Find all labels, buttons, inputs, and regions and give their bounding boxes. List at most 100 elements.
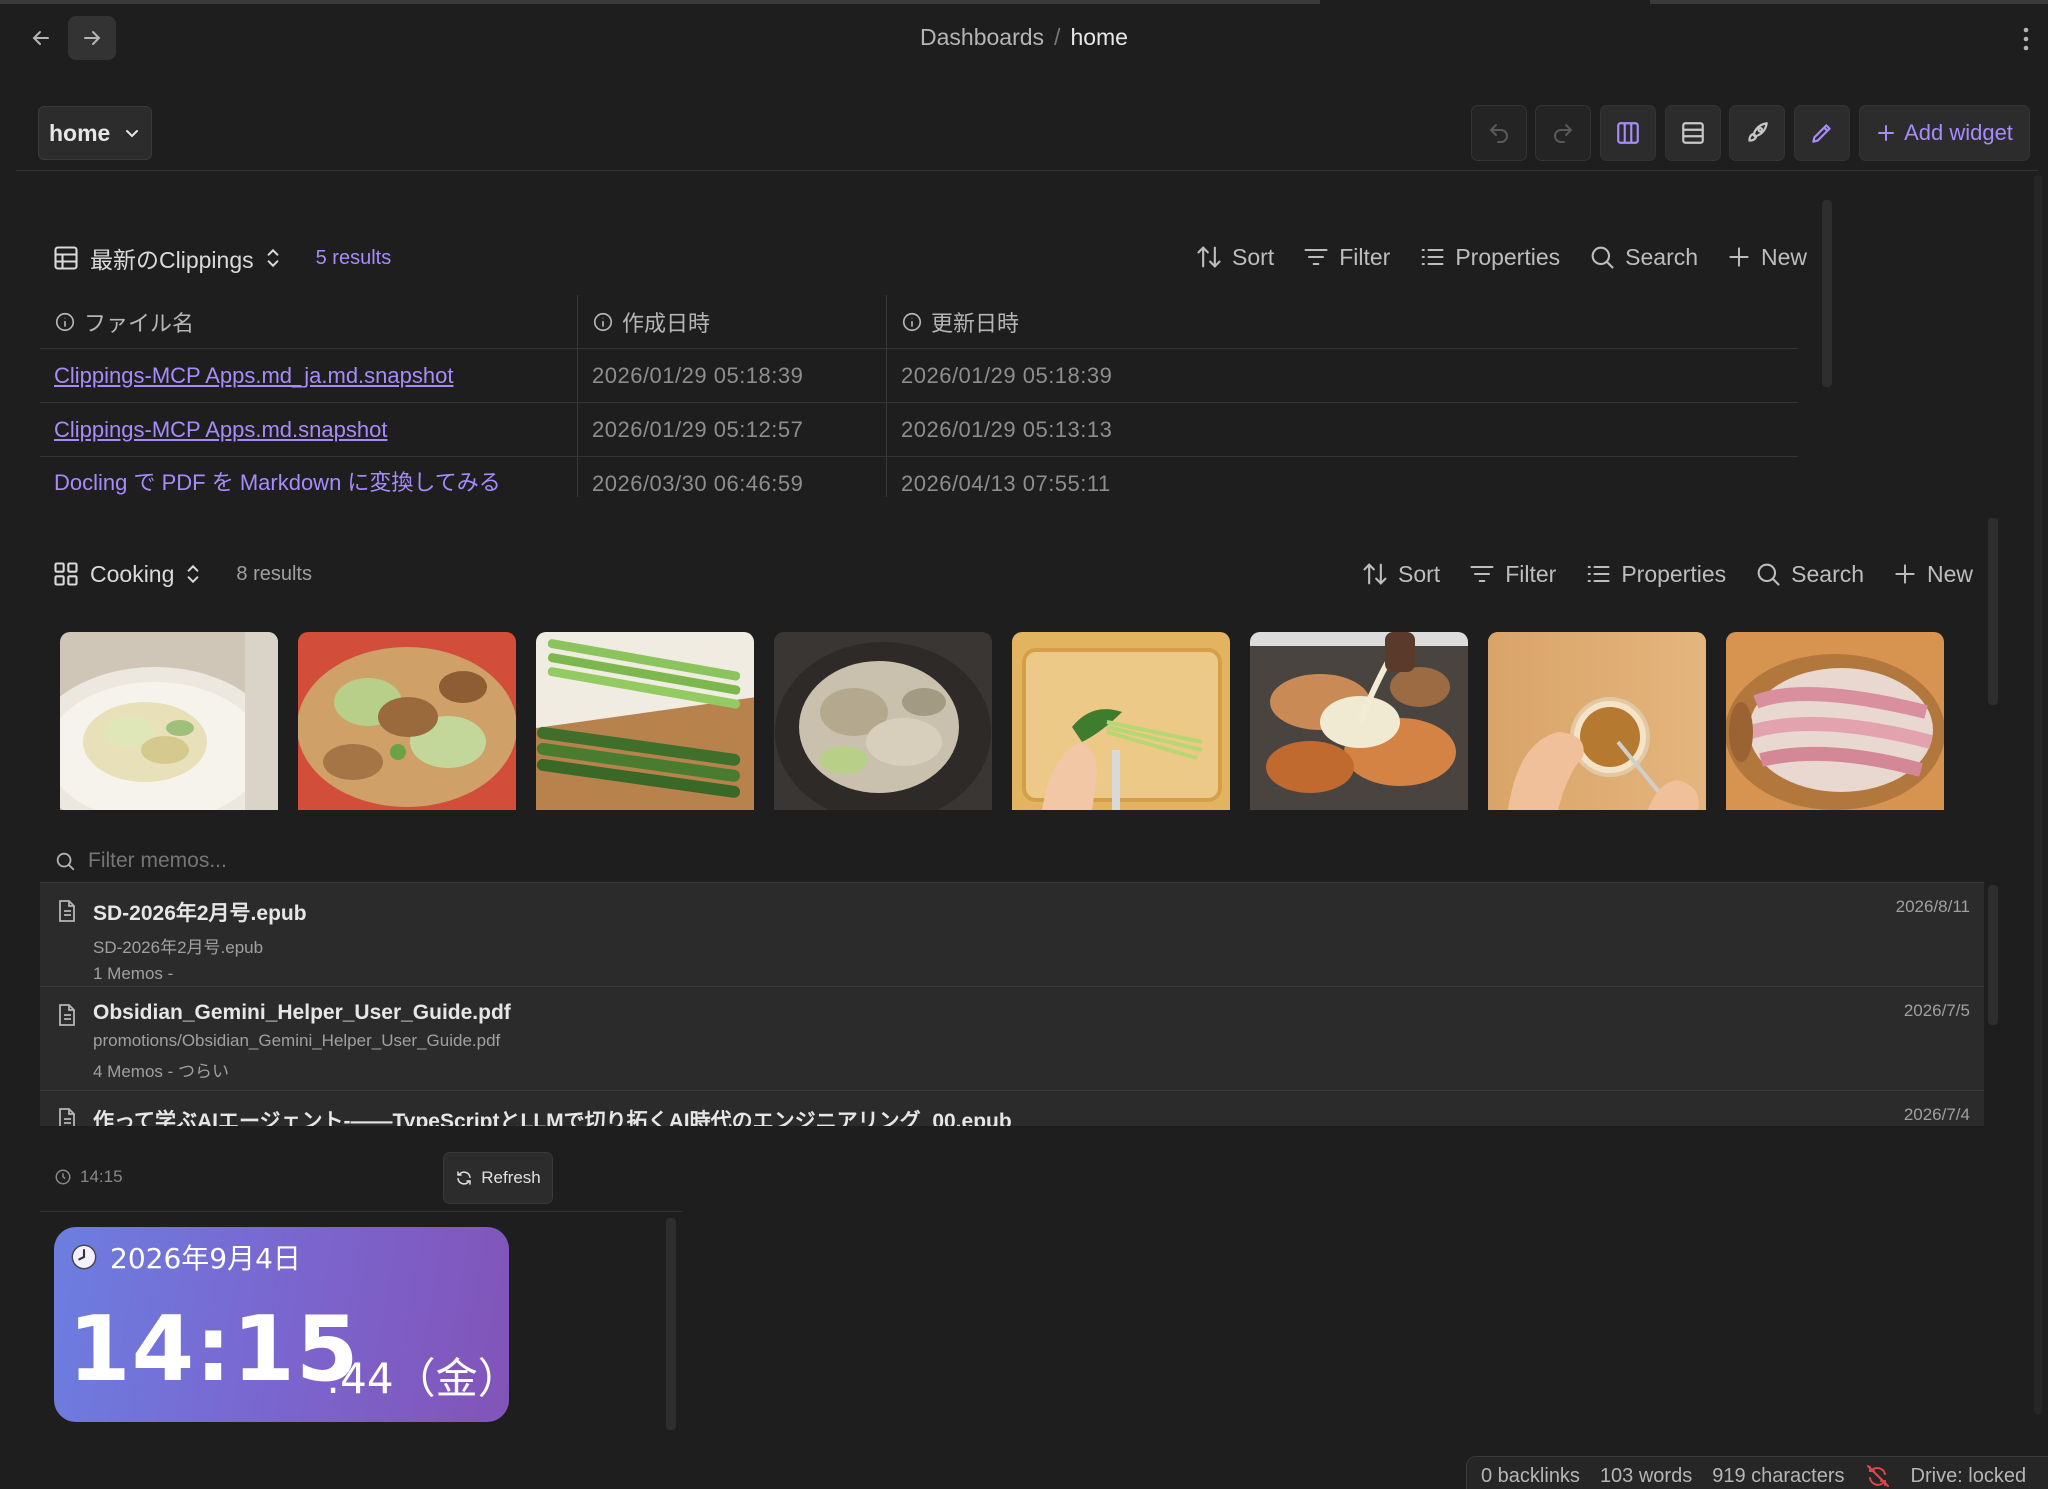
cooking-properties-button[interactable]: Properties (1584, 560, 1726, 588)
memo-filter-input[interactable] (88, 849, 888, 873)
file-link[interactable]: Docling で PDF を Markdown に変換してみる (40, 465, 501, 497)
memo-scrollbar[interactable] (1988, 885, 1998, 1025)
column-header[interactable]: 作成日時 (577, 295, 886, 348)
filter-label: Filter (1339, 243, 1391, 270)
cooking-header: Cooking 8 results (52, 560, 312, 588)
list-item[interactable]: SD-2026年2月号.epub SD-2026年2月号.epub 1 Memo… (40, 883, 1984, 987)
tab-strip-left (0, 0, 1320, 4)
sort-label: Sort (1398, 560, 1441, 587)
file-name-cell: Clippings-MCP Apps.md.snapshot (40, 403, 577, 456)
columns-layout-button[interactable] (1600, 105, 1656, 161)
clippings-table: ファイル名 作成日時 更新日時 Clippings-MCP Apps.md_ja… (40, 295, 1798, 497)
cooking-scrollbar[interactable] (1988, 518, 1998, 705)
clippings-scrollbar[interactable] (1822, 200, 1832, 387)
memo-filter (40, 838, 2005, 884)
clock-seconds-weekday: :44（金） (326, 1354, 520, 1403)
table-icon (54, 246, 78, 270)
breadcrumb: Dashboards / home (0, 24, 2048, 51)
tab-strip-right (1650, 0, 2048, 4)
file-link[interactable]: Clippings-MCP Apps.md_ja.md.snapshot (40, 363, 453, 389)
breadcrumb-current: home (1070, 24, 1128, 50)
more-options-button[interactable] (2020, 26, 2032, 52)
memo-date: 2026/7/4 (1903, 1105, 1970, 1124)
cooking-result-count: 8 results (236, 562, 312, 585)
rows-layout-button[interactable] (1665, 105, 1721, 161)
memo-title: SD-2026年2月号.epub (93, 902, 307, 925)
file-link[interactable]: Clippings-MCP Apps.md.snapshot (40, 417, 387, 443)
clock-date-row: 2026年9月4日 (70, 1237, 301, 1277)
cooking-filter-button[interactable]: Filter (1468, 560, 1556, 588)
recipe-card-cabbage-noodle-plate[interactable] (60, 632, 278, 810)
clock-face-icon (71, 1244, 97, 1270)
cooking-new-button[interactable]: New (1892, 561, 1973, 588)
drive-status[interactable]: Drive: locked (1911, 1465, 2027, 1488)
redo-icon (1554, 124, 1573, 143)
clippings-new-button[interactable]: New (1726, 244, 1807, 271)
updated-cell: 2026/01/29 05:18:39 (886, 349, 1798, 402)
clock-date: 2026年9月4日 (110, 1242, 301, 1275)
recipe-card-cabbage-pork-pan[interactable] (774, 632, 992, 810)
plus-icon (1729, 247, 1749, 267)
updated-cell: 2026/01/29 05:13:13 (886, 403, 1798, 456)
character-count: 919 characters (1712, 1464, 1845, 1487)
undo-button[interactable] (1471, 105, 1527, 161)
refresh-label: Refresh (481, 1168, 541, 1187)
recipe-card-cutting-herbs[interactable] (1012, 632, 1230, 810)
clippings-search-button[interactable]: Search (1588, 243, 1698, 271)
recipe-card-stir-fried-cabbage-pork[interactable] (298, 632, 516, 810)
plus-icon (1895, 564, 1915, 584)
backlinks-count[interactable]: 0 backlinks (1481, 1465, 1580, 1488)
clock-time: 14:15 (68, 1297, 360, 1402)
toolbar-divider (16, 170, 2038, 171)
sort-icon (1197, 246, 1221, 268)
memo-title: Obsidian_Gemini_Helper_User_Guide.pdf (93, 1001, 511, 1024)
recipe-card-cheese-hotpot[interactable] (1250, 632, 1468, 810)
file-name-cell: Clippings-MCP Apps.md_ja.md.snapshot (40, 349, 577, 402)
add-widget-button[interactable]: Add widget (1859, 105, 2030, 161)
edit-button[interactable] (1794, 105, 1850, 161)
sort-icon (1363, 563, 1387, 585)
clippings-view-title[interactable]: 最新のClippings (90, 241, 254, 275)
page-scrollbar[interactable] (2034, 175, 2042, 1415)
list-icon (1421, 248, 1444, 266)
cooking-search-button[interactable]: Search (1754, 560, 1864, 588)
memo-date: 2026/7/5 (1903, 1001, 1970, 1020)
refresh-button[interactable]: Refresh (443, 1152, 553, 1204)
created-cell: 2026/03/30 06:46:59 (577, 457, 886, 497)
chevron-updown-icon[interactable] (264, 247, 282, 269)
recipe-card-asparagus-board[interactable] (536, 632, 754, 810)
clippings-filter-button[interactable]: Filter (1302, 243, 1390, 271)
rocket-icon (1748, 122, 1768, 142)
column-header[interactable]: 更新日時 (886, 295, 1798, 348)
clippings-properties-button[interactable]: Properties (1418, 243, 1560, 271)
file-name-cell: Docling で PDF を Markdown に変換してみる (40, 457, 577, 497)
memo-path: SD-2026年2月号.epub (93, 938, 264, 957)
chevron-updown-icon[interactable] (184, 563, 202, 585)
column-header[interactable]: ファイル名 (40, 295, 577, 348)
table-header-row: ファイル名 作成日時 更新日時 (40, 295, 1798, 349)
sync-disabled-icon[interactable] (1865, 1464, 1891, 1488)
rows-icon (1682, 122, 1704, 144)
cooking-sort-button[interactable]: Sort (1361, 560, 1440, 588)
widget-scrollbar[interactable] (666, 1218, 676, 1430)
updated-cell: 2026/04/13 07:55:11 (886, 457, 1798, 497)
breadcrumb-parent[interactable]: Dashboards (920, 24, 1044, 50)
last-refresh: 14:15 (54, 1167, 123, 1187)
table-row: Docling で PDF を Markdown に変換してみる 2026/03… (40, 457, 1798, 497)
table-row: Clippings-MCP Apps.md.snapshot 2026/01/2… (40, 403, 1798, 457)
redo-button[interactable] (1535, 105, 1591, 161)
properties-label: Properties (1455, 243, 1561, 270)
list-item[interactable]: Obsidian_Gemini_Helper_User_Guide.pdf pr… (40, 987, 1984, 1091)
list-item[interactable]: 作って学ぶAIエージェント-——TypeScriptとLLMで切り拓くAI時代の… (40, 1091, 1984, 1126)
cooking-view-title[interactable]: Cooking (90, 561, 174, 588)
grid-icon (54, 562, 78, 586)
properties-label: Properties (1621, 560, 1727, 587)
dashboard-select[interactable]: home (38, 106, 152, 160)
search-label: Search (1625, 243, 1699, 270)
launch-button[interactable] (1729, 105, 1785, 161)
recipe-image (774, 632, 992, 810)
recipe-card-raw-pork-platter[interactable] (1726, 632, 1944, 810)
recipe-card-mixing-sauce[interactable] (1488, 632, 1706, 810)
clippings-sort-button[interactable]: Sort (1195, 243, 1274, 271)
filter-label: Filter (1505, 560, 1557, 587)
